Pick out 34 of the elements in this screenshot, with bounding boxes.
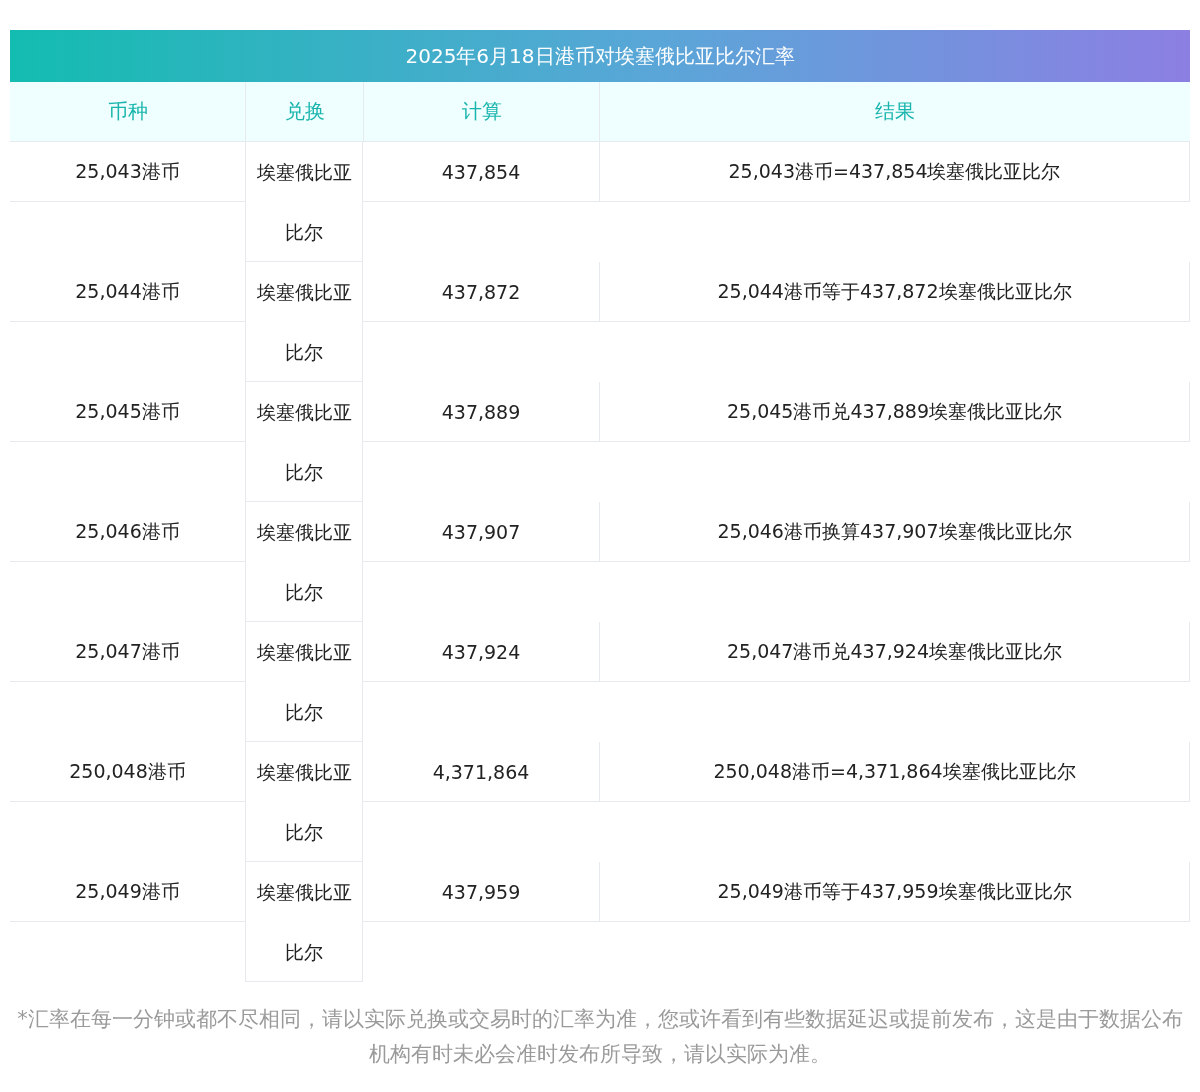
table-cell: 埃塞俄比亚比尔: [245, 502, 363, 622]
footnote: *汇率在每一分钟或都不尽相同，请以实际兑换或交易时的汇率为准，您或许看到有些数据延迟或提前发布，这是由于数据公布机构有时未必会准时发布所导致，请以实际为准。: [16, 1006, 1184, 1068]
table-cell: 250,048港币: [10, 742, 245, 802]
table-cell: 25,047港币兑437,924埃塞俄比亚比尔: [599, 622, 1190, 682]
table-cell: 437,924: [363, 622, 599, 682]
table-cell: 437,854: [363, 142, 599, 202]
table-cell: 埃塞俄比亚比尔: [245, 862, 363, 982]
table-cell: 埃塞俄比亚比尔: [245, 742, 363, 862]
table-cell: 437,907: [363, 502, 599, 562]
column-header: 结果: [599, 82, 1190, 142]
table-cell: 埃塞俄比亚比尔: [245, 142, 363, 262]
table-cell: 437,959: [363, 862, 599, 922]
column-header: 兑换: [245, 82, 363, 142]
table-cell: 437,889: [363, 382, 599, 442]
table-cell: 4,371,864: [363, 742, 599, 802]
table-cell: 25,045港币兑437,889埃塞俄比亚比尔: [599, 382, 1190, 442]
table-cell: 埃塞俄比亚比尔: [245, 622, 363, 742]
table-cell: 437,872: [363, 262, 599, 322]
table-cell: 25,043港币: [10, 142, 245, 202]
table-cell: 25,049港币等于437,959埃塞俄比亚比尔: [599, 862, 1190, 922]
table-cell: 25,043港币=437,854埃塞俄比亚比尔: [599, 142, 1190, 202]
column-header: 币种: [10, 82, 245, 142]
table-cell: 25,044港币等于437,872埃塞俄比亚比尔: [599, 262, 1190, 322]
table-cell: 25,044港币: [10, 262, 245, 322]
table-cell: 25,045港币: [10, 382, 245, 442]
table-cell: 25,049港币: [10, 862, 245, 922]
table-cell: 25,046港币换算437,907埃塞俄比亚比尔: [599, 502, 1190, 562]
table-title: 2025年6月18日港币对埃塞俄比亚比尔汇率: [10, 30, 1190, 82]
table-cell: 25,047港币: [10, 622, 245, 682]
table-cell: 埃塞俄比亚比尔: [245, 382, 363, 502]
table-cell: 埃塞俄比亚比尔: [245, 262, 363, 382]
table-cell: 25,046港币: [10, 502, 245, 562]
table-cell: 250,048港币=4,371,864埃塞俄比亚比尔: [599, 742, 1190, 802]
column-header: 计算: [363, 82, 599, 142]
